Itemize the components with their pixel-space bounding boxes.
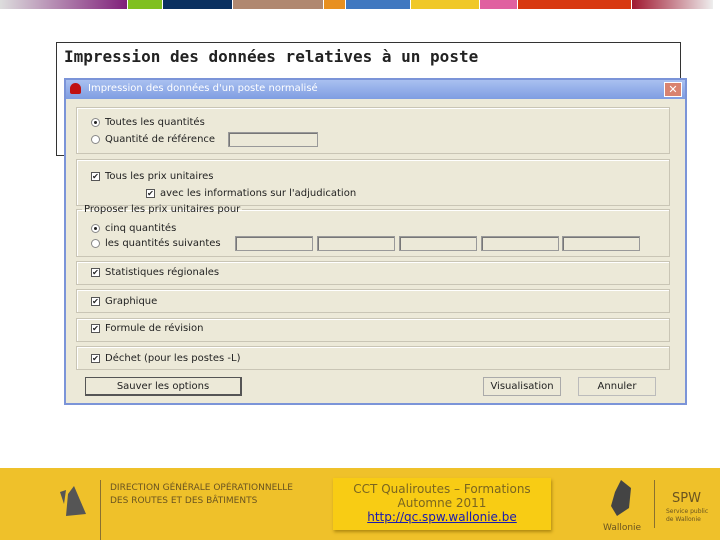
checkbox-icon[interactable]: ✔ xyxy=(91,297,100,306)
checkbox-stats[interactable]: ✔ Statistiques régionales xyxy=(91,267,219,278)
checkbox-graph[interactable]: ✔ Graphique xyxy=(91,296,157,307)
spw-logo: SPW xyxy=(672,491,701,506)
print-dialog: Impression des données d'un poste normal… xyxy=(64,78,687,405)
app-icon xyxy=(70,83,81,94)
label: cinq quantités xyxy=(105,223,177,234)
radio-icon[interactable] xyxy=(91,135,100,144)
label: Formule de révision xyxy=(105,323,204,334)
checkbox-icon[interactable]: ✔ xyxy=(91,268,100,277)
color-stripe xyxy=(632,0,713,9)
course-title: CCT Qualiroutes – Formations xyxy=(353,482,531,496)
label: Toutes les quantités xyxy=(105,117,205,128)
rooster-logo xyxy=(611,480,631,516)
dialog-title-bar: Impression des données d'un poste normal… xyxy=(66,80,685,99)
radio-icon[interactable] xyxy=(91,224,100,233)
label: Déchet (pour les postes -L) xyxy=(105,353,241,364)
label: les quantités suivantes xyxy=(105,238,221,249)
spw-subtitle: Service public de Wallonie xyxy=(666,508,709,523)
dialog-title: Impression des données d'un poste normal… xyxy=(88,83,318,94)
checkbox-formula[interactable]: ✔ Formule de révision xyxy=(91,323,204,334)
color-stripe xyxy=(346,0,410,9)
color-stripe xyxy=(518,0,631,9)
quantity-input-2[interactable] xyxy=(317,236,395,251)
checkbox-waste[interactable]: ✔ Déchet (pour les postes -L) xyxy=(91,353,240,364)
dgo-logo xyxy=(60,486,86,516)
quantity-input-5[interactable] xyxy=(562,236,640,251)
wallonie-label: Wallonie xyxy=(603,523,642,533)
checkbox-adjudication[interactable]: ✔ avec les informations sur l'adjudicatio… xyxy=(146,188,356,199)
save-options-button[interactable]: Sauver les options xyxy=(85,377,242,396)
radio-five-quantities[interactable]: cinq quantités xyxy=(91,223,176,234)
color-stripe xyxy=(324,0,345,9)
color-stripe xyxy=(480,0,517,9)
radio-all-quantities[interactable]: Toutes les quantités xyxy=(91,117,205,128)
quantity-input-3[interactable] xyxy=(399,236,477,251)
dgo-name: DIRECTION GÉNÉRALE OPÉRATIONNELLE DES ROU… xyxy=(110,482,293,508)
color-stripe xyxy=(233,0,323,9)
course-session: Automne 2011 xyxy=(397,496,487,510)
radio-following-quantities[interactable]: les quantités suivantes xyxy=(91,238,221,249)
radio-icon[interactable] xyxy=(91,239,100,248)
dgo-line2: DES ROUTES ET DES BÂTIMENTS xyxy=(110,496,258,506)
divider xyxy=(100,480,101,540)
label: Statistiques régionales xyxy=(105,267,220,278)
dgo-line1: DIRECTION GÉNÉRALE OPÉRATIONNELLE xyxy=(110,483,293,493)
graph-group xyxy=(76,289,670,313)
divider xyxy=(654,480,655,528)
label: Quantité de référence xyxy=(105,134,216,145)
website-link[interactable]: http://qc.spw.wallonie.be xyxy=(367,510,517,524)
radio-reference-quantity[interactable]: Quantité de référence xyxy=(91,134,215,145)
checkbox-icon[interactable]: ✔ xyxy=(91,324,100,333)
group-legend: Proposer les prix unitaires pour xyxy=(84,204,241,215)
label: Graphique xyxy=(105,296,158,307)
color-stripe xyxy=(0,0,127,9)
checkbox-icon[interactable]: ✔ xyxy=(91,354,100,363)
radio-icon[interactable] xyxy=(91,118,100,127)
quantity-input-1[interactable] xyxy=(235,236,313,251)
slide-title: Impression des données relatives à un po… xyxy=(64,47,479,66)
reference-quantity-input[interactable] xyxy=(228,132,318,147)
label: Tous les prix unitaires xyxy=(105,171,214,182)
preview-button[interactable]: Visualisation xyxy=(483,377,561,396)
quantity-group xyxy=(76,107,670,154)
color-stripe xyxy=(128,0,162,9)
cancel-button[interactable]: Annuler xyxy=(578,377,656,396)
quantity-input-4[interactable] xyxy=(481,236,559,251)
label: avec les informations sur l'adjudication xyxy=(160,188,357,199)
checkbox-icon[interactable]: ✔ xyxy=(91,172,100,181)
close-button[interactable]: ✕ xyxy=(664,82,682,97)
checkbox-all-prices[interactable]: ✔ Tous les prix unitaires xyxy=(91,171,213,182)
checkbox-icon[interactable]: ✔ xyxy=(146,189,155,198)
course-info-box: CCT Qualiroutes – Formations Automne 201… xyxy=(333,478,551,530)
color-stripe xyxy=(163,0,232,9)
color-stripe xyxy=(411,0,479,9)
